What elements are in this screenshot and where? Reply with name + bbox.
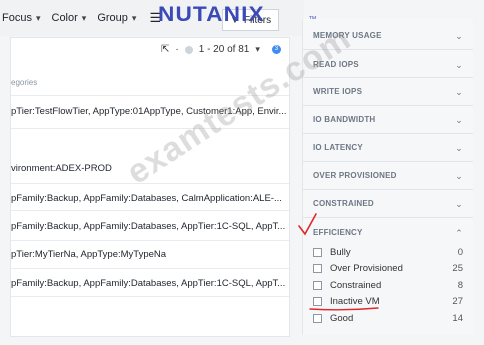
chevron-down-icon: ⌄ (455, 31, 463, 41)
table-row[interactable]: pFamily:Backup, AppFamily:Databases, App… (11, 278, 289, 289)
help-badge[interactable]: 3 (271, 45, 281, 54)
divider (303, 49, 473, 50)
chevron-down-icon[interactable]: ▾ (255, 44, 260, 55)
table-row[interactable]: pFamily:Backup, AppFamily:Databases, App… (11, 221, 289, 232)
chevron-down-icon: ⌄ (455, 171, 463, 181)
pagination: ⇱ · 1 - 20 of 81 ▾ 3 (161, 44, 281, 55)
chevron-down-icon: ▾ (35, 12, 41, 23)
page-range: 1 - 20 of 81 (198, 44, 250, 55)
group-label: Group (97, 12, 128, 24)
divider (303, 161, 473, 162)
checkbox[interactable] (313, 248, 322, 257)
efficiency-option-good[interactable]: Good 14 (313, 313, 463, 324)
filter-section-efficiency[interactable]: EFFICIENCY ⌃ (313, 228, 463, 239)
divider (303, 105, 473, 106)
divider (303, 217, 473, 218)
chevron-down-icon: ⌄ (455, 199, 463, 209)
table-row[interactable]: pTier:TestFlowTier, AppType:01AppType, C… (11, 106, 289, 117)
table-row[interactable]: vironment:ADEX-PROD (11, 163, 289, 174)
divider (303, 189, 473, 190)
divider (11, 210, 289, 211)
chevron-down-icon: ▾ (131, 12, 137, 23)
divider (11, 128, 289, 129)
table-row[interactable]: pTier:MyTierNa, AppType:MyTypeNa (11, 249, 289, 260)
checkbox[interactable] (313, 314, 322, 323)
filter-panel: MEMORY USAGE ⌄ READ IOPS ⌄ WRITE IOPS ⌄ IO … (302, 19, 473, 335)
export-icon[interactable]: ⇱ (161, 44, 169, 55)
divider (11, 240, 289, 241)
group-dropdown[interactable]: Group ▾ (97, 12, 136, 24)
table-row[interactable]: pFamily:Backup, AppFamily:Databases, Cal… (11, 193, 289, 204)
checkbox[interactable] (313, 297, 322, 306)
efficiency-option-bully[interactable]: Bully 0 (313, 247, 463, 258)
chevron-down-icon: ⌄ (455, 115, 463, 125)
divider (303, 133, 473, 134)
column-header-categories[interactable]: egories (11, 78, 37, 87)
color-label: Color (51, 12, 78, 24)
red-checkmark-annotation (298, 213, 317, 236)
red-underline-annotation (309, 307, 379, 311)
efficiency-option-constrained[interactable]: Constrained 8 (313, 280, 463, 291)
checkbox[interactable] (313, 281, 322, 290)
divider (11, 268, 289, 269)
separator-dot: · (175, 44, 179, 55)
nutanix-logo: NUTANIX (158, 3, 265, 26)
filter-section-read-iops[interactable]: READ IOPS ⌄ (313, 60, 463, 71)
divider (11, 296, 289, 297)
checkbox[interactable] (313, 264, 322, 273)
divider (11, 183, 289, 184)
filter-section-io-latency[interactable]: IO LATENCY ⌄ (313, 143, 463, 154)
filter-section-constrained[interactable]: CONSTRAINED ⌄ (313, 199, 463, 210)
chevron-down-icon: ⌄ (455, 87, 463, 97)
chevron-up-icon: ⌃ (455, 228, 463, 238)
focus-label: Focus (2, 12, 32, 24)
color-dropdown[interactable]: Color ▾ (52, 12, 87, 24)
results-table: ⇱ · 1 - 20 of 81 ▾ 3 egories pTier:TestF… (10, 37, 290, 337)
chevron-down-icon: ▾ (81, 12, 87, 23)
chevron-down-icon: ⌄ (455, 143, 463, 153)
filter-section-io-bandwidth[interactable]: IO BANDWIDTH ⌄ (313, 115, 463, 126)
filter-section-memory-usage[interactable]: MEMORY USAGE ⌄ (313, 31, 463, 42)
divider (11, 95, 289, 96)
filter-section-over-provisioned[interactable]: OVER PROVISIONED ⌄ (313, 171, 463, 182)
efficiency-option-over-provisioned[interactable]: Over Provisioned 25 (313, 263, 463, 274)
divider (303, 77, 473, 78)
filter-section-write-iops[interactable]: WRITE IOPS ⌄ (313, 87, 463, 98)
focus-dropdown[interactable]: Focus ▾ (2, 12, 41, 24)
prev-page-icon[interactable] (184, 45, 193, 54)
chevron-down-icon: ⌄ (455, 60, 463, 70)
